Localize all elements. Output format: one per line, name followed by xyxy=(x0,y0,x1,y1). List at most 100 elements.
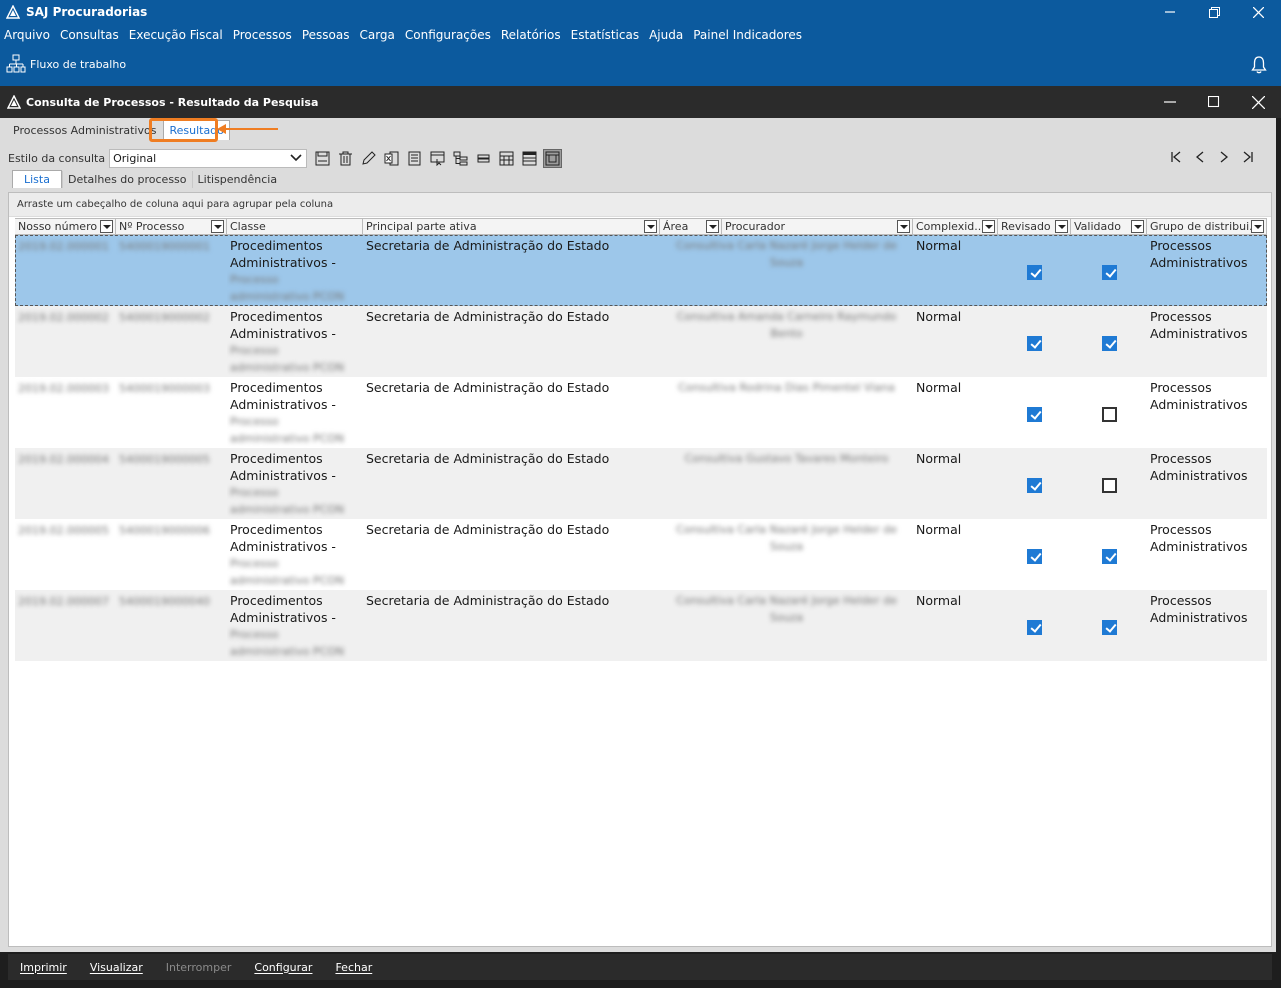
bell-icon[interactable] xyxy=(1251,56,1267,74)
validado-checkbox[interactable] xyxy=(1101,336,1117,351)
col-revisado[interactable]: Revisado xyxy=(998,219,1071,234)
revisado-checkbox[interactable] xyxy=(1027,478,1042,493)
collapse-icon[interactable] xyxy=(474,149,493,168)
col-area[interactable]: Área xyxy=(660,219,722,234)
validado-checkbox[interactable] xyxy=(1101,620,1117,635)
procurador-line: Consultiva Gustavo Tavares Monteiro xyxy=(684,452,889,465)
revisado-checkbox[interactable] xyxy=(1027,549,1042,564)
configurar-button[interactable]: Configurar xyxy=(254,961,312,974)
workflow-link[interactable]: Fluxo de trabalho xyxy=(30,58,126,71)
style-select[interactable]: Original xyxy=(109,148,308,168)
filter-dropdown-icon[interactable] xyxy=(1131,220,1144,233)
filter-dropdown-icon[interactable] xyxy=(982,220,995,233)
tab-litispendencia[interactable]: Litispendência xyxy=(191,171,283,188)
menu-arquivo[interactable]: Arquivo xyxy=(4,28,50,42)
arrow-annotation-icon xyxy=(217,124,278,134)
maximize-icon xyxy=(1208,96,1220,108)
menu-pessoas[interactable]: Pessoas xyxy=(302,28,350,42)
table-row[interactable]: 2019.02.000002 5400019000002 Procedimentos… xyxy=(15,306,1267,377)
col-complexidade[interactable]: Complexid... xyxy=(913,219,998,234)
excel-export-icon[interactable] xyxy=(382,149,401,168)
inner-minimize-button[interactable] xyxy=(1148,86,1192,118)
edit-icon[interactable] xyxy=(359,149,378,168)
close-button[interactable] xyxy=(1236,0,1280,24)
procurador-line: Consultiva Carla Nazaré Jorge Helder de xyxy=(676,523,897,536)
classe-line: Administrativos - xyxy=(230,610,336,625)
validado-checkbox[interactable] xyxy=(1101,407,1117,422)
col-classe[interactable]: Classe xyxy=(227,219,363,234)
columns-config-icon[interactable] xyxy=(428,149,447,168)
last-record-icon[interactable] xyxy=(1238,148,1258,166)
col-processo[interactable]: Nº Processo xyxy=(116,219,227,234)
table-row[interactable]: 2019.02.000007 5400019000040 Procedimentos… xyxy=(15,590,1267,661)
col-validado[interactable]: Validado xyxy=(1071,219,1147,234)
filter-dropdown-icon[interactable] xyxy=(644,220,657,233)
tab-processos-administrativos[interactable]: Processos Administrativos xyxy=(8,121,161,140)
first-record-icon[interactable] xyxy=(1166,148,1186,166)
style-select-value: Original xyxy=(113,151,157,165)
menu-configuracoes[interactable]: Configurações xyxy=(405,28,491,42)
validado-checkbox[interactable] xyxy=(1101,478,1117,493)
table-row[interactable]: 2019.02.000003 5400019000003 Procedimentos… xyxy=(15,377,1267,448)
grupo-line: Processos xyxy=(1150,238,1212,253)
delete-icon[interactable] xyxy=(336,149,355,168)
revisado-checkbox[interactable] xyxy=(1027,407,1042,422)
col-nosso-numero[interactable]: Nosso número xyxy=(15,219,116,234)
menu-processos[interactable]: Processos xyxy=(233,28,292,42)
tab-detalhes-processo[interactable]: Detalhes do processo xyxy=(61,171,192,188)
filter-dropdown-icon[interactable] xyxy=(897,220,910,233)
restore-button[interactable] xyxy=(1192,0,1236,24)
inner-maximize-button[interactable] xyxy=(1192,86,1236,118)
grid-view-icon[interactable] xyxy=(497,149,516,168)
results-grid: Nosso número Nº Processo Classe Principa… xyxy=(15,218,1267,661)
cell-validado xyxy=(1071,590,1147,661)
minimize-button[interactable] xyxy=(1148,0,1192,24)
filter-dropdown-icon[interactable] xyxy=(211,220,224,233)
validado-checkbox[interactable] xyxy=(1101,549,1117,564)
menu-consultas[interactable]: Consultas xyxy=(60,28,119,42)
table-row[interactable]: 2019.02.000004 5400019000005 Procedimentos… xyxy=(15,448,1267,519)
filter-dropdown-icon[interactable] xyxy=(1055,220,1068,233)
complexidade-value: Normal xyxy=(916,380,962,395)
revisado-checkbox[interactable] xyxy=(1027,265,1042,280)
tree-group-icon[interactable] xyxy=(451,149,470,168)
col-grupo-distribuicao[interactable]: Grupo de distribui... xyxy=(1147,219,1267,234)
revisado-checkbox[interactable] xyxy=(1027,620,1042,635)
menu-estatisticas[interactable]: Estatísticas xyxy=(571,28,639,42)
next-record-icon[interactable] xyxy=(1214,148,1234,166)
menu-execucao-fiscal[interactable]: Execução Fiscal xyxy=(129,28,223,42)
cell-classe: Procedimentos Administrativos - Processo ad… xyxy=(227,235,363,306)
tab-lista[interactable]: Lista xyxy=(12,170,62,188)
filter-dropdown-icon[interactable] xyxy=(100,220,113,233)
parte-ativa-value: Secretaria de Administração do Estado xyxy=(366,309,610,324)
cell-validado xyxy=(1071,235,1147,306)
menu-relatorios[interactable]: Relatórios xyxy=(501,28,561,42)
revisado-checkbox[interactable] xyxy=(1027,336,1042,351)
inner-close-button[interactable] xyxy=(1236,86,1280,118)
cell-validado xyxy=(1071,306,1147,377)
chevron-down-icon xyxy=(290,153,302,161)
menu-painel-indicadores[interactable]: Painel Indicadores xyxy=(693,28,802,42)
validado-checkbox[interactable] xyxy=(1101,265,1117,280)
filter-dropdown-icon[interactable] xyxy=(706,220,719,233)
filter-dropdown-icon[interactable] xyxy=(1251,220,1264,233)
col-label: Classe xyxy=(230,220,266,233)
imprimir-button[interactable]: Imprimir xyxy=(20,961,67,974)
col-procurador[interactable]: Procurador xyxy=(722,219,913,234)
menu-ajuda[interactable]: Ajuda xyxy=(649,28,683,42)
table-row[interactable]: 2019.02.000001 5400019000001 Procedimentos… xyxy=(15,235,1267,306)
classe-line: Processo xyxy=(230,486,279,499)
list-view-icon[interactable] xyxy=(520,149,539,168)
grupo-line: Administrativos xyxy=(1150,610,1248,625)
table-row[interactable]: 2019.02.000005 5400019000006 Procedimentos… xyxy=(15,519,1267,590)
procurador-line: Bento xyxy=(770,327,803,340)
previous-record-icon[interactable] xyxy=(1190,148,1210,166)
preview-toggle-icon[interactable] xyxy=(543,148,563,168)
complexidade-value: Normal xyxy=(916,238,962,253)
menu-carga[interactable]: Carga xyxy=(359,28,394,42)
fechar-button[interactable]: Fechar xyxy=(335,961,372,974)
visualizar-button[interactable]: Visualizar xyxy=(90,961,143,974)
save-icon[interactable] xyxy=(313,149,332,168)
col-parte-ativa[interactable]: Principal parte ativa xyxy=(363,219,660,234)
report-icon[interactable] xyxy=(405,149,424,168)
